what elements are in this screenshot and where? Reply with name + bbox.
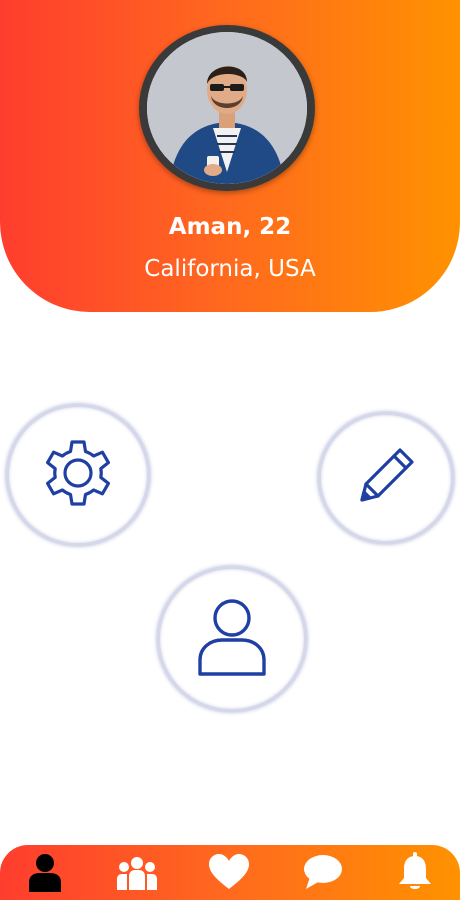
profile-header: Aman, 22 California, USA bbox=[0, 0, 460, 312]
bell-icon bbox=[397, 852, 433, 896]
heart-icon bbox=[208, 853, 250, 895]
chat-icon bbox=[302, 853, 344, 895]
edit-button[interactable] bbox=[318, 412, 454, 544]
user-icon bbox=[192, 594, 272, 684]
nav-likes[interactable] bbox=[204, 851, 254, 897]
nav-profile[interactable] bbox=[20, 851, 70, 897]
gear-icon bbox=[37, 432, 119, 518]
profile-button[interactable] bbox=[157, 566, 307, 712]
nav-notifications[interactable] bbox=[390, 851, 440, 897]
group-icon bbox=[115, 854, 159, 894]
avatar[interactable] bbox=[139, 25, 315, 191]
pencil-icon bbox=[348, 438, 424, 518]
profile-name: Aman, 22 bbox=[168, 214, 292, 240]
user-icon bbox=[27, 852, 63, 896]
nav-group[interactable] bbox=[112, 851, 162, 897]
bottom-nav bbox=[0, 845, 460, 900]
profile-location: California, USA bbox=[144, 256, 316, 282]
nav-messages[interactable] bbox=[298, 851, 348, 897]
avatar-photo bbox=[147, 32, 307, 184]
settings-button[interactable] bbox=[6, 404, 150, 546]
